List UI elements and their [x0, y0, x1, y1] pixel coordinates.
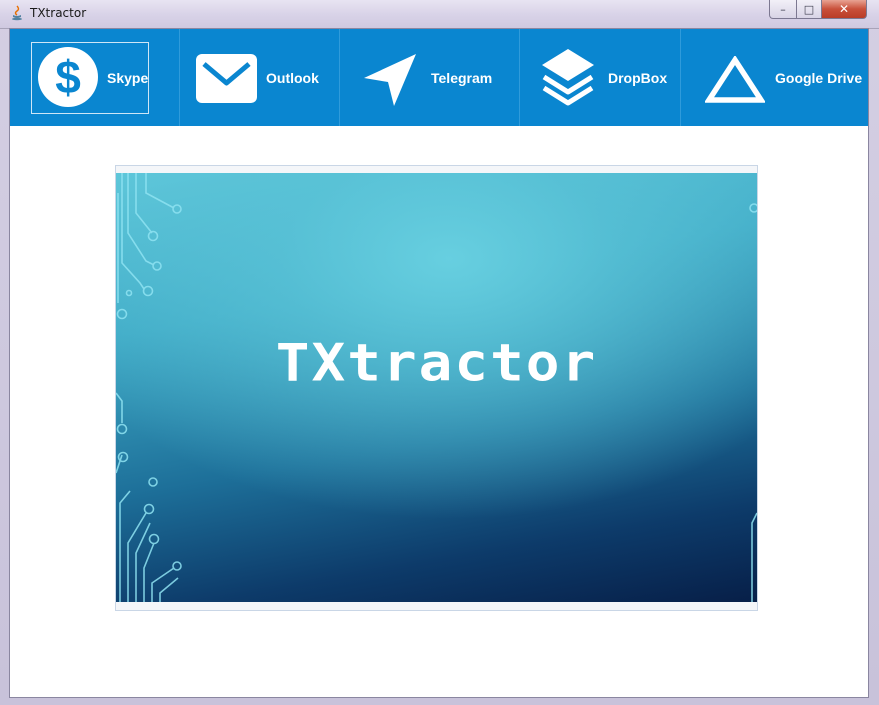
paper-plane-icon [364, 54, 416, 106]
splash-image-frame: TXtractor [115, 165, 758, 611]
layers-icon [542, 49, 594, 106]
svg-text:$: $ [55, 51, 81, 103]
skype-button[interactable]: $ Skype [10, 29, 180, 126]
window-titlebar: TXtractor – □ ✕ [0, 0, 879, 29]
window-client-area: $ Skype Outlook Telegram DropBox Google … [9, 28, 869, 698]
maximize-button[interactable]: □ [797, 0, 822, 19]
google-drive-label: Google Drive [775, 70, 863, 86]
splash-banner: TXtractor [116, 173, 757, 602]
source-toolbar: $ Skype Outlook Telegram DropBox Google … [10, 29, 868, 126]
splash-title: TXtractor [275, 333, 598, 394]
java-app-icon [12, 5, 22, 21]
outlook-button[interactable]: Outlook [180, 29, 340, 126]
envelope-icon [196, 54, 257, 103]
dropbox-label: DropBox [608, 70, 668, 86]
telegram-button[interactable]: Telegram [340, 29, 520, 126]
minimize-button[interactable]: – [769, 0, 797, 19]
triangle-icon [705, 56, 765, 103]
close-button[interactable]: ✕ [822, 0, 867, 19]
outlook-label: Outlook [266, 70, 319, 86]
window-title: TXtractor [30, 6, 87, 20]
dollar-circle-icon: $ [38, 47, 98, 107]
telegram-label: Telegram [431, 70, 493, 86]
google-drive-button[interactable]: Google Drive [681, 29, 868, 126]
dropbox-button[interactable]: DropBox [520, 29, 681, 126]
skype-label: Skype [107, 70, 149, 86]
window-controls: – □ ✕ [769, 0, 867, 20]
